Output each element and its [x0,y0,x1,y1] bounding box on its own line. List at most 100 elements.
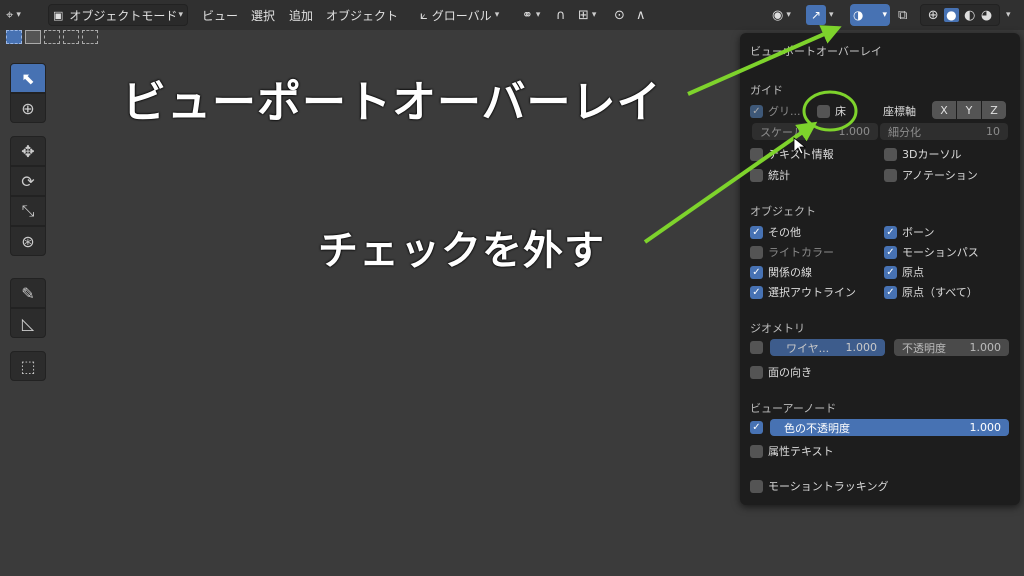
overlays-toggle[interactable]: ◑ ▾ [850,4,890,26]
origins-label: 原点 [902,266,924,279]
origins-all-checkbox[interactable]: ✓ 原点（すべて） [884,284,978,300]
wireframe-shading-icon[interactable]: ⊕ [928,8,939,23]
3d-cursor-label: 3Dカーソル [902,148,962,161]
annotations-label: アノテーション [902,169,978,182]
annotate-tool[interactable]: ✎ [10,278,46,308]
motion-paths-label: モーションパス [902,246,979,259]
light-colors-checkbox[interactable]: ライトカラー [750,244,834,260]
annotations-checkbox[interactable]: アノテーション [884,167,978,183]
extras-checkbox[interactable]: ✓ その他 [750,224,801,240]
viewer-node-checkbox[interactable]: ✓ [750,421,768,434]
select-intersect-icon[interactable] [82,30,98,44]
editor-type-button[interactable]: ⌖ ▾ [6,4,21,26]
gizmo-icon: ↗ [806,5,826,25]
select-difference-icon[interactable] [63,30,79,44]
mode-label: オブジェクトモード [69,8,178,23]
motion-tracking-checkbox[interactable]: モーショントラッキング [750,478,888,494]
gizmo-toggle[interactable]: ↗ ▾ [806,4,834,26]
opacity-value: 1.000 [969,341,1002,354]
bones-checkbox[interactable]: ✓ ボーン [884,224,934,240]
checkbox-icon [750,168,763,182]
select-box-tool[interactable]: ⬉ [10,63,46,93]
relationship-lines-label: 関係の線 [768,266,812,279]
visibility-button[interactable]: ◉ ▾ [772,4,791,26]
checkbox-icon [750,479,763,493]
select-extend-icon[interactable] [25,30,41,44]
motion-paths-checkbox[interactable]: ✓ モーションパス [884,244,979,260]
wireframe-checkbox[interactable] [750,341,768,354]
cursor-tool[interactable]: ⊕ [10,93,46,123]
outline-selected-checkbox[interactable]: ✓ 選択アウトライン [750,284,856,300]
falloff-curve-icon: ∧ [636,7,646,23]
measure-tool[interactable]: ◺ [10,308,46,338]
color-opacity-slider[interactable]: 色の不透明度 1.000 [770,419,1009,436]
transform-tools: ✥ ⟳ ⤡ ⊛ [10,136,46,256]
origins-all-label: 原点（すべて） [902,286,978,299]
chevron-down-icon: ▾ [786,10,791,20]
menu-object[interactable]: オブジェクト [326,4,398,26]
eye-icon: ◉ [772,7,784,23]
menu-view[interactable]: ビュー [202,4,238,26]
menu-select[interactable]: 選択 [251,4,275,26]
checkbox-checked-icon: ✓ [750,285,763,299]
annotation-title: ビューポートオーバーレイ [122,77,662,128]
axis-z-toggle[interactable]: Z [982,101,1006,119]
subdivisions-label: 細分化 [888,125,921,139]
origins-checkbox[interactable]: ✓ 原点 [884,264,924,280]
checkbox-icon [750,147,763,161]
relationship-lines-checkbox[interactable]: ✓ 関係の線 [750,264,812,280]
attribute-text-label: 属性テキスト [768,445,834,458]
wireframe-label: ワイヤ... [786,341,830,355]
falloff-button[interactable]: ∧ [636,4,646,26]
grid-checkbox[interactable]: ✓ グリ... [750,103,801,119]
bones-label: ボーン [902,226,935,239]
statistics-checkbox[interactable]: 統計 [750,167,790,183]
floor-checkbox[interactable]: 床 [817,103,846,119]
subdivisions-value: 10 [986,125,1000,138]
face-orientation-label: 面の向き [768,366,812,379]
wireframe-threshold-slider[interactable]: ワイヤ... 1.000 [770,339,885,356]
solid-shading-icon[interactable]: ● [944,8,959,22]
scale-tool[interactable]: ⤡ [10,196,46,226]
snap-target-button[interactable]: ⊞ ▾ [578,4,596,26]
xray-icon: ⧉ [898,7,908,23]
grid-scale-slider[interactable]: スケール 1.000 [752,123,878,140]
shading-options-button[interactable]: ▾ [1003,4,1011,26]
orientation-dropdown[interactable]: ⟀ グローバル ▾ [420,4,499,26]
checkbox-icon [750,341,763,354]
chevron-down-icon: ▾ [178,10,183,20]
rotate-tool[interactable]: ⟳ [10,166,46,196]
grid-subdivisions-slider[interactable]: 細分化 10 [880,123,1008,140]
floor-label: 床 [835,105,846,118]
statistics-label: 統計 [768,169,790,182]
transform-tool[interactable]: ⊛ [10,226,46,256]
checkbox-checked-icon: ✓ [884,285,897,299]
snap-button[interactable]: ∩ [556,4,566,26]
xray-toggle[interactable]: ⧉ [898,4,907,26]
axis-y-toggle[interactable]: Y [957,101,981,119]
3d-cursor-checkbox[interactable]: 3Dカーソル [884,146,961,162]
mode-dropdown[interactable]: ▣ オブジェクトモード ▾ [48,4,188,26]
attribute-text-checkbox[interactable]: 属性テキスト [750,443,834,459]
checkbox-checked-icon: ✓ [750,265,763,279]
editor-type-icon: ⌖ [6,7,14,23]
wireframe-opacity-slider[interactable]: 不透明度 1.000 [894,339,1009,356]
material-shading-icon[interactable]: ◐ [964,8,975,23]
scale-icon: ⤡ [21,201,35,220]
text-info-checkbox[interactable]: テキスト情報 [750,146,834,162]
axes-label-text: 座標軸 [883,105,916,118]
checkbox-icon: ✓ [750,104,763,118]
pivot-point-button[interactable]: ⚭ ▾ [522,4,540,26]
axis-x-toggle[interactable]: X [932,101,956,119]
select-new-icon[interactable] [6,30,22,44]
select-subtract-icon[interactable] [44,30,60,44]
chevron-down-icon: ▾ [829,10,834,20]
face-orientation-checkbox[interactable]: 面の向き [750,364,812,380]
checkbox-icon [750,245,763,259]
proportional-editing-button[interactable]: ⊙ [614,4,625,26]
move-tool[interactable]: ✥ [10,136,46,166]
add-cube-tool[interactable]: ⬚ [10,351,46,381]
rendered-shading-icon[interactable]: ◕ [981,8,992,23]
checkbox-icon [884,168,897,182]
menu-add[interactable]: 追加 [289,4,313,26]
